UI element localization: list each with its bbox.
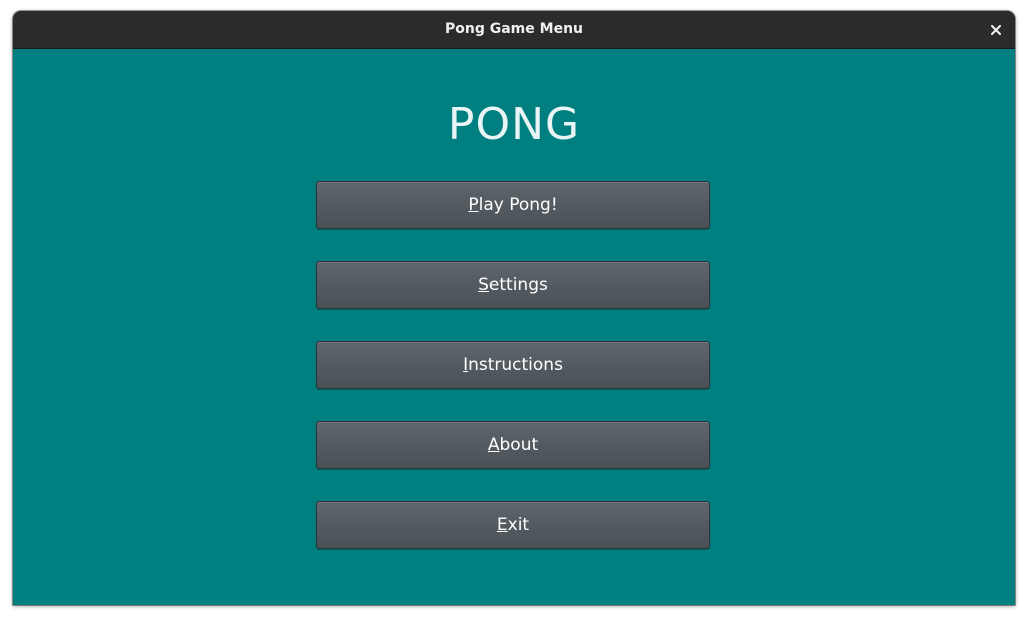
about-button[interactable]: About (316, 421, 710, 469)
close-button[interactable] (985, 19, 1007, 41)
instructions-label: nstructions (468, 355, 563, 375)
settings-button[interactable]: Settings (316, 261, 710, 309)
title-bar[interactable]: Pong Game Menu (13, 11, 1015, 49)
about-mnemonic: A (487, 435, 500, 455)
settings-label: ettings (488, 275, 548, 295)
window-title: Pong Game Menu (445, 21, 583, 37)
play-pong-mnemonic: P (468, 195, 479, 215)
play-pong-label: lay Pong! (478, 195, 558, 215)
exit-label: xit (507, 515, 530, 535)
settings-mnemonic: S (478, 275, 489, 295)
game-title: PONG (447, 99, 581, 150)
app-window: Pong Game Menu PONG Play Pong! Settings … (13, 11, 1015, 605)
play-pong-button[interactable]: Play Pong! (316, 181, 710, 229)
instructions-button[interactable]: Instructions (316, 341, 710, 389)
about-label: bout (499, 435, 539, 455)
close-icon (991, 25, 1001, 35)
menu-panel: PONG Play Pong! Settings Instructions Ab… (13, 49, 1015, 605)
exit-button[interactable]: Exit (316, 501, 710, 549)
exit-mnemonic: E (496, 515, 508, 535)
